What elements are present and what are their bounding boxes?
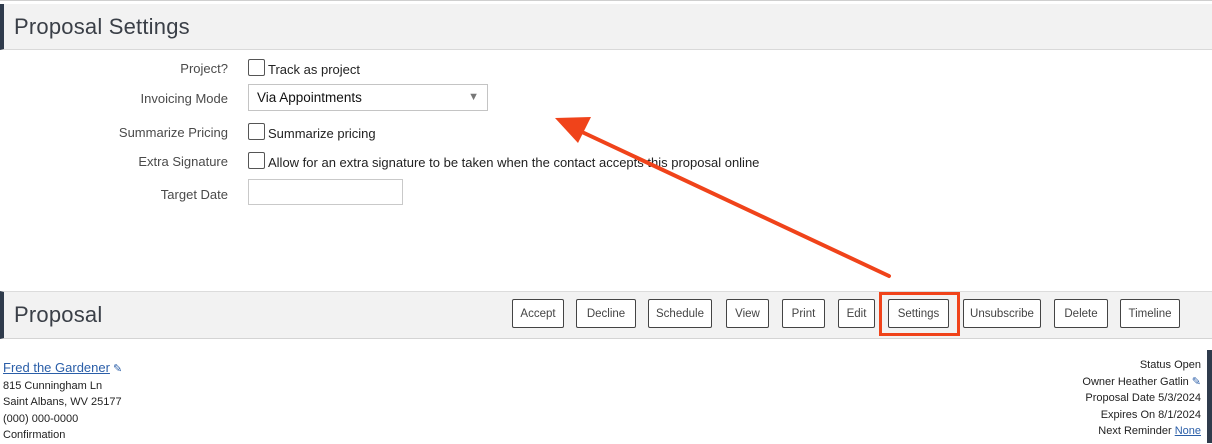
proposal-date: Proposal Date 5/3/2024 (1085, 392, 1201, 404)
invoicing-mode-label: Invoicing Mode (140, 91, 228, 106)
invoicing-mode-value: Via Appointments (257, 90, 362, 105)
target-date-label: Target Date (160, 187, 228, 202)
owner-pencil-icon[interactable]: ✎ (1192, 376, 1201, 388)
accept-button[interactable]: Accept (512, 299, 564, 328)
project-label: Project? (180, 61, 228, 76)
proposal-title: Proposal (14, 302, 103, 327)
track-project-text: Track as project (268, 62, 360, 77)
view-button[interactable]: View (726, 299, 769, 328)
invoicing-mode-row: Invoicing Mode Via Appointments ▼ (0, 84, 1212, 111)
invoicing-mode-select[interactable]: Via Appointments ▼ (248, 84, 488, 111)
edit-button[interactable]: Edit (838, 299, 875, 328)
schedule-button[interactable]: Schedule (648, 299, 712, 328)
unsubscribe-button[interactable]: Unsubscribe (963, 299, 1041, 328)
track-project-checkbox[interactable] (248, 59, 265, 76)
reminder-label: Next Reminder (1098, 425, 1172, 437)
extra-signature-row: Extra Signature Allow for an extra signa… (0, 150, 1212, 174)
delete-button[interactable]: Delete (1054, 299, 1108, 328)
extra-signature-checkbox[interactable] (248, 152, 265, 169)
extra-signature-text: Allow for an extra signature to be taken… (268, 155, 760, 170)
settings-highlight-box (879, 292, 960, 336)
summarize-pricing-text: Summarize pricing (268, 126, 376, 141)
print-button[interactable]: Print (782, 299, 825, 328)
target-date-row: Target Date (0, 179, 1212, 207)
right-side-bar (1207, 350, 1212, 443)
dropdown-arrow-icon: ▼ (468, 91, 479, 103)
reminder-link[interactable]: None (1175, 425, 1201, 437)
contact-address-line2: Saint Albans, WV 25177 (3, 396, 122, 408)
summarize-pricing-label: Summarize Pricing (118, 125, 228, 140)
owner-text: Owner Heather Gatlin (1082, 375, 1189, 388)
settings-header: Proposal Settings (0, 4, 1212, 50)
contact-address-line1: 815 Cunningham Ln (3, 379, 103, 392)
summarize-pricing-row: Summarize Pricing Summarize pricing (0, 121, 1212, 145)
status-block: Status Open Owner Heather Gatlin ✎ Propos… (1082, 357, 1201, 440)
contact-extra: Confirmation (3, 429, 66, 441)
target-date-input[interactable] (248, 179, 403, 205)
extra-signature-label: Extra Signature (138, 154, 228, 169)
pencil-edit-icon[interactable]: ✎ (113, 363, 122, 375)
status-open: Status Open (1139, 359, 1201, 371)
timeline-button[interactable]: Timeline (1120, 299, 1180, 328)
decline-button[interactable]: Decline (576, 299, 636, 328)
project-row: Project? Track as project (0, 57, 1212, 81)
settings-title: Proposal Settings (14, 13, 190, 39)
contact-block: Fred the Gardener ✎ 815 Cunningham Ln Sai… (3, 360, 122, 444)
contact-phone: (000) 000-0000 (3, 412, 79, 425)
contact-name-link[interactable]: Fred the Gardener (3, 360, 110, 375)
summarize-pricing-checkbox[interactable] (248, 123, 265, 140)
expires-on: Expires On 8/1/2024 (1100, 408, 1201, 421)
